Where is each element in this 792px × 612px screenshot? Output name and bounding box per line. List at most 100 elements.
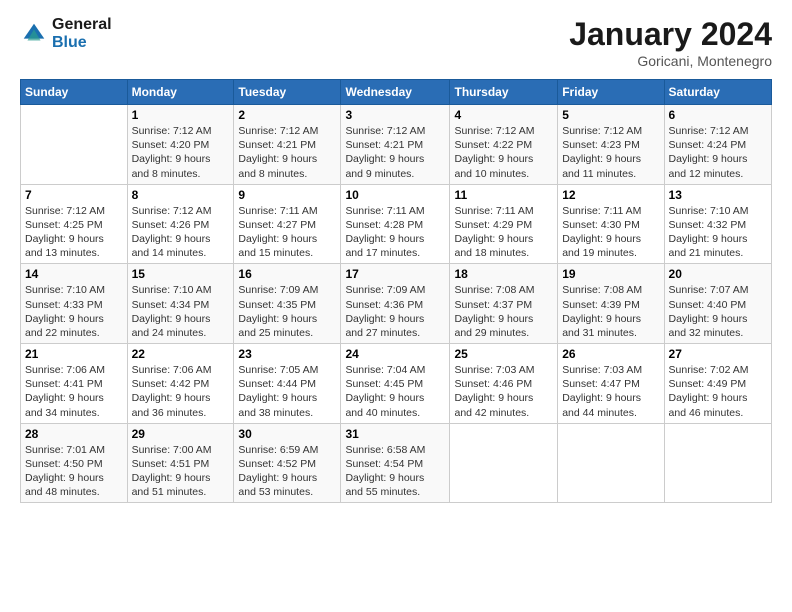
calendar-cell: 1 Sunrise: 7:12 AM Sunset: 4:20 PM Daylig… [127,105,234,185]
day-info: Sunrise: 7:11 AM Sunset: 4:29 PM Dayligh… [454,204,553,261]
calendar-table: Sunday Monday Tuesday Wednesday Thursday… [20,79,772,503]
day-info: Sunrise: 7:12 AM Sunset: 4:21 PM Dayligh… [345,124,445,181]
calendar-cell [664,423,771,503]
day-number: 12 [562,188,659,202]
day-number: 18 [454,267,553,281]
day-number: 10 [345,188,445,202]
page: General Blue January 2024 Goricani, Mont… [0,0,792,612]
calendar-cell [21,105,128,185]
col-wednesday: Wednesday [341,80,450,105]
day-info: Sunrise: 7:10 AM Sunset: 4:33 PM Dayligh… [25,283,123,340]
day-info: Sunrise: 7:08 AM Sunset: 4:39 PM Dayligh… [562,283,659,340]
day-number: 2 [238,108,336,122]
day-info: Sunrise: 7:06 AM Sunset: 4:42 PM Dayligh… [132,363,230,420]
calendar-cell: 7 Sunrise: 7:12 AM Sunset: 4:25 PM Daylig… [21,184,128,264]
calendar-cell: 31Sunrise: 6:58 AM Sunset: 4:54 PM Dayli… [341,423,450,503]
col-saturday: Saturday [664,80,771,105]
day-info: Sunrise: 7:06 AM Sunset: 4:41 PM Dayligh… [25,363,123,420]
day-info: Sunrise: 7:09 AM Sunset: 4:36 PM Dayligh… [345,283,445,340]
day-info: Sunrise: 7:03 AM Sunset: 4:46 PM Dayligh… [454,363,553,420]
day-info: Sunrise: 7:11 AM Sunset: 4:27 PM Dayligh… [238,204,336,261]
day-number: 13 [669,188,767,202]
calendar-cell: 4 Sunrise: 7:12 AM Sunset: 4:22 PM Daylig… [450,105,558,185]
calendar-cell: 11Sunrise: 7:11 AM Sunset: 4:29 PM Dayli… [450,184,558,264]
calendar-cell: 30 Sunrise: 6:59 AM Sunset: 4:52 PM Dayli… [234,423,341,503]
calendar-week-3: 21 Sunrise: 7:06 AM Sunset: 4:41 PM Dayli… [21,344,772,424]
day-info: Sunrise: 7:09 AM Sunset: 4:35 PM Dayligh… [238,283,336,340]
calendar-cell: 28 Sunrise: 7:01 AM Sunset: 4:50 PM Dayli… [21,423,128,503]
day-number: 22 [132,347,230,361]
calendar-cell: 17 Sunrise: 7:09 AM Sunset: 4:36 PM Dayli… [341,264,450,344]
day-number: 6 [669,108,767,122]
day-number: 8 [132,188,230,202]
day-info: Sunrise: 7:12 AM Sunset: 4:20 PM Dayligh… [132,124,230,181]
day-number: 20 [669,267,767,281]
calendar-cell: 2 Sunrise: 7:12 AM Sunset: 4:21 PM Daylig… [234,105,341,185]
day-number: 4 [454,108,553,122]
day-number: 21 [25,347,123,361]
title-block: January 2024 Goricani, Montenegro [569,16,772,69]
day-info: Sunrise: 7:08 AM Sunset: 4:37 PM Dayligh… [454,283,553,340]
calendar-cell: 25Sunrise: 7:03 AM Sunset: 4:46 PM Dayli… [450,344,558,424]
day-number: 27 [669,347,767,361]
day-info: Sunrise: 7:12 AM Sunset: 4:22 PM Dayligh… [454,124,553,181]
day-info: Sunrise: 7:05 AM Sunset: 4:44 PM Dayligh… [238,363,336,420]
day-number: 9 [238,188,336,202]
col-sunday: Sunday [21,80,128,105]
calendar-cell: 20Sunrise: 7:07 AM Sunset: 4:40 PM Dayli… [664,264,771,344]
day-info: Sunrise: 7:12 AM Sunset: 4:24 PM Dayligh… [669,124,767,181]
calendar-week-4: 28 Sunrise: 7:01 AM Sunset: 4:50 PM Dayli… [21,423,772,503]
day-info: Sunrise: 7:12 AM Sunset: 4:21 PM Dayligh… [238,124,336,181]
day-info: Sunrise: 6:59 AM Sunset: 4:52 PM Dayligh… [238,443,336,500]
day-number: 7 [25,188,123,202]
header: General Blue January 2024 Goricani, Mont… [20,16,772,69]
calendar-cell: 15 Sunrise: 7:10 AM Sunset: 4:34 PM Dayli… [127,264,234,344]
day-number: 26 [562,347,659,361]
day-number: 5 [562,108,659,122]
day-number: 28 [25,427,123,441]
calendar-cell: 6 Sunrise: 7:12 AM Sunset: 4:24 PM Daylig… [664,105,771,185]
calendar-cell: 26 Sunrise: 7:03 AM Sunset: 4:47 PM Dayli… [558,344,664,424]
day-number: 31 [345,427,445,441]
day-number: 16 [238,267,336,281]
day-info: Sunrise: 7:12 AM Sunset: 4:25 PM Dayligh… [25,204,123,261]
calendar-cell: 3 Sunrise: 7:12 AM Sunset: 4:21 PM Daylig… [341,105,450,185]
col-thursday: Thursday [450,80,558,105]
calendar-cell: 27 Sunrise: 7:02 AM Sunset: 4:49 PM Dayli… [664,344,771,424]
logo-text: General Blue [52,16,112,51]
day-number: 1 [132,108,230,122]
logo-general-text: General [52,16,112,34]
day-number: 3 [345,108,445,122]
day-info: Sunrise: 7:02 AM Sunset: 4:49 PM Dayligh… [669,363,767,420]
day-info: Sunrise: 7:01 AM Sunset: 4:50 PM Dayligh… [25,443,123,500]
calendar-cell: 21 Sunrise: 7:06 AM Sunset: 4:41 PM Dayli… [21,344,128,424]
calendar-cell: 22 Sunrise: 7:06 AM Sunset: 4:42 PM Dayli… [127,344,234,424]
day-number: 14 [25,267,123,281]
day-number: 23 [238,347,336,361]
main-title: January 2024 [569,16,772,53]
calendar-cell: 5Sunrise: 7:12 AM Sunset: 4:23 PM Daylig… [558,105,664,185]
day-number: 15 [132,267,230,281]
col-friday: Friday [558,80,664,105]
day-number: 17 [345,267,445,281]
day-info: Sunrise: 7:03 AM Sunset: 4:47 PM Dayligh… [562,363,659,420]
day-number: 30 [238,427,336,441]
col-tuesday: Tuesday [234,80,341,105]
calendar-cell: 24Sunrise: 7:04 AM Sunset: 4:45 PM Dayli… [341,344,450,424]
calendar-cell: 18 Sunrise: 7:08 AM Sunset: 4:37 PM Dayli… [450,264,558,344]
calendar-cell: 23 Sunrise: 7:05 AM Sunset: 4:44 PM Dayli… [234,344,341,424]
calendar-cell: 10Sunrise: 7:11 AM Sunset: 4:28 PM Dayli… [341,184,450,264]
calendar-header-row: Sunday Monday Tuesday Wednesday Thursday… [21,80,772,105]
day-info: Sunrise: 7:12 AM Sunset: 4:26 PM Dayligh… [132,204,230,261]
calendar-cell: 9 Sunrise: 7:11 AM Sunset: 4:27 PM Daylig… [234,184,341,264]
day-info: Sunrise: 7:00 AM Sunset: 4:51 PM Dayligh… [132,443,230,500]
calendar-cell: 29 Sunrise: 7:00 AM Sunset: 4:51 PM Dayli… [127,423,234,503]
day-info: Sunrise: 7:10 AM Sunset: 4:34 PM Dayligh… [132,283,230,340]
day-number: 29 [132,427,230,441]
calendar-week-0: 1 Sunrise: 7:12 AM Sunset: 4:20 PM Daylig… [21,105,772,185]
day-number: 19 [562,267,659,281]
calendar-cell: 8 Sunrise: 7:12 AM Sunset: 4:26 PM Daylig… [127,184,234,264]
day-info: Sunrise: 7:11 AM Sunset: 4:30 PM Dayligh… [562,204,659,261]
col-monday: Monday [127,80,234,105]
calendar-cell: 14 Sunrise: 7:10 AM Sunset: 4:33 PM Dayli… [21,264,128,344]
